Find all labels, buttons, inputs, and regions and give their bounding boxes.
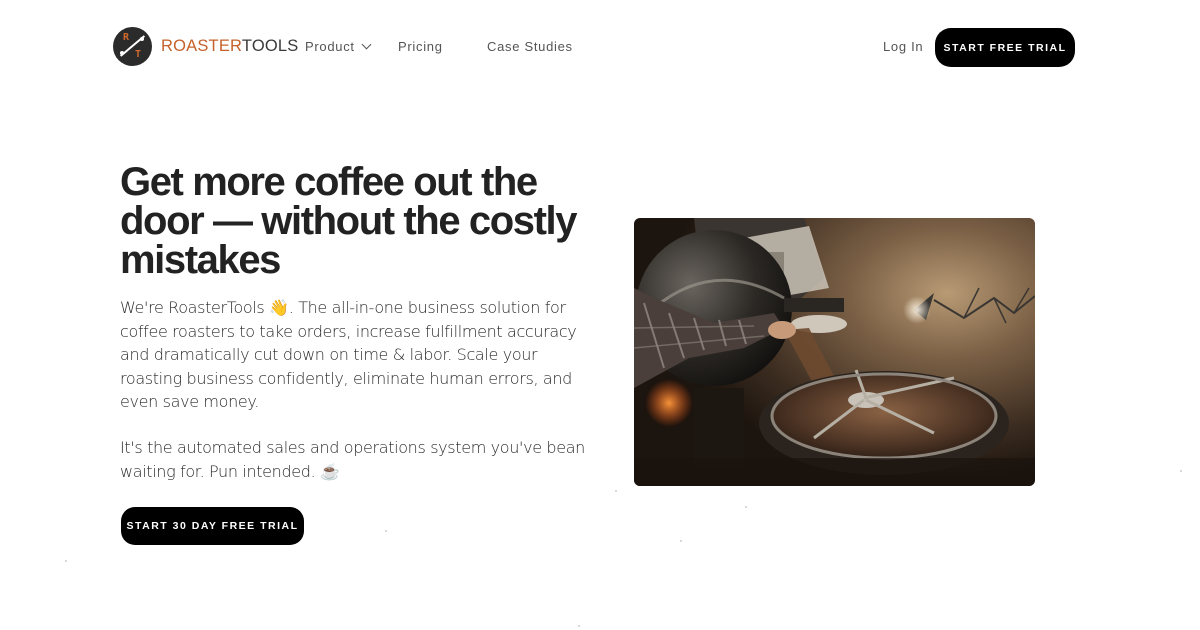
brand-logo[interactable]: R T ROASTERTOOLS [113, 27, 299, 66]
hero-intro-paragraph: We're RoasterTools 👋. The all-in-one bus… [120, 298, 577, 411]
coffee-roaster-photo [634, 218, 1035, 486]
start-30-day-trial-button[interactable]: START 30 DAY FREE TRIAL [121, 507, 304, 545]
start-free-trial-button[interactable]: START FREE TRIAL [935, 28, 1075, 67]
nav-pricing-link[interactable]: Pricing [398, 39, 443, 54]
decorative-speck [1180, 470, 1182, 472]
decorative-speck [385, 530, 387, 532]
top-navigation: R T ROASTERTOOLS Product Pricing Case St… [0, 0, 1200, 94]
brand-name: ROASTERTOOLS [161, 37, 299, 55]
nav-product-label: Product [305, 39, 355, 54]
chevron-down-icon [361, 39, 372, 50]
decorative-speck [65, 560, 67, 562]
nav-product-dropdown[interactable]: Product [305, 39, 372, 54]
hero-pun-paragraph: It's the automated sales and operations … [120, 438, 585, 481]
login-link[interactable]: Log In [883, 39, 923, 54]
decorative-speck [680, 540, 682, 542]
roastertools-logo-icon: R T [113, 27, 152, 66]
decorative-speck [578, 625, 580, 627]
nav-case-studies-link[interactable]: Case Studies [487, 39, 573, 54]
decorative-speck [745, 506, 747, 508]
decorative-speck [615, 490, 617, 492]
hero-title: Get more coffee out the door — without t… [120, 160, 578, 282]
